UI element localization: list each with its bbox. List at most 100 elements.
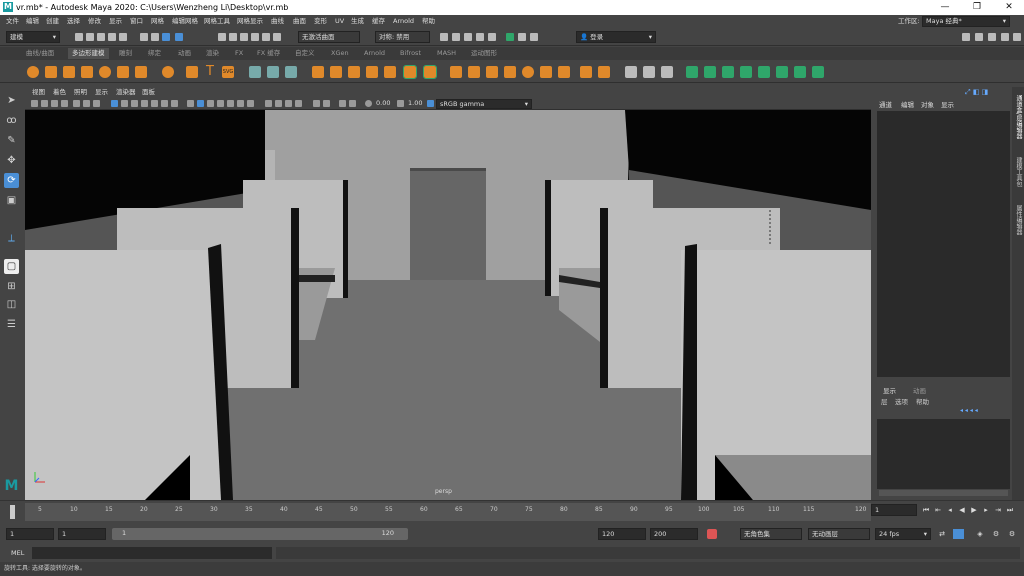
select-object-icon[interactable]: [151, 33, 159, 41]
poly-disc-icon[interactable]: [135, 66, 147, 78]
bridge-icon[interactable]: [450, 66, 462, 78]
step-forward-frame-icon[interactable]: ▸: [982, 506, 990, 514]
shelf-tab-sculpting[interactable]: 雕刻: [119, 49, 132, 58]
offset-edge-loop-icon[interactable]: [598, 66, 610, 78]
poly-cylinder-icon[interactable]: [63, 66, 75, 78]
play-forwards-icon[interactable]: ▶: [970, 506, 978, 514]
type-text-icon[interactable]: T: [204, 65, 216, 78]
channel-box-toggle-icons[interactable]: ⤢ ◧ ◨: [965, 88, 1009, 97]
smooth-shade-icon[interactable]: [121, 100, 128, 107]
use-all-lights-icon[interactable]: [161, 100, 168, 107]
snap-view-plane-icon[interactable]: [251, 33, 259, 41]
menu-generate[interactable]: 生成: [351, 17, 364, 26]
layer-menu-help[interactable]: 帮助: [916, 396, 929, 406]
timeline-ticks[interactable]: 5 10 15 20 25 30 35 40 45 50 55 60 65 70…: [25, 503, 871, 521]
channel-box-menu-edit[interactable]: 编辑: [901, 99, 914, 109]
anti-aliasing-icon[interactable]: [207, 100, 214, 107]
isolate-select-icon[interactable]: [227, 100, 234, 107]
login-dropdown[interactable]: 👤 登录 ▾: [576, 31, 656, 43]
anim-layer-field[interactable]: 无动画层: [808, 528, 870, 540]
scale-tool-icon[interactable]: ▣: [4, 193, 19, 208]
workspace-dropdown[interactable]: Maya 经典* ▾: [922, 16, 1010, 27]
ambient-occlusion-icon[interactable]: [295, 100, 302, 107]
wireframe-on-shaded-icon[interactable]: [141, 100, 148, 107]
shelf-tab-xgen[interactable]: XGen: [331, 49, 349, 58]
two-sided-lighting-icon[interactable]: [275, 100, 282, 107]
shelf-tab-animation[interactable]: 动画: [178, 49, 191, 58]
select-camera-icon[interactable]: [31, 100, 38, 107]
minimize-button[interactable]: —: [930, 0, 960, 15]
poly-plane-icon[interactable]: [117, 66, 129, 78]
xray-icon[interactable]: [237, 100, 244, 107]
command-language-label[interactable]: MEL: [11, 549, 24, 557]
scene-start-field[interactable]: 1: [6, 528, 54, 540]
panel-menu-panels[interactable]: 面板: [142, 88, 155, 97]
poly-cube-icon[interactable]: [45, 66, 57, 78]
go-to-end-icon[interactable]: ⏭: [1006, 506, 1014, 514]
uv-shell-icon[interactable]: [812, 66, 824, 78]
slide-edge-icon[interactable]: [580, 66, 592, 78]
menu-mesh[interactable]: 网格: [151, 17, 164, 26]
layer-list[interactable]: [877, 419, 1010, 489]
snap-curve-icon[interactable]: [229, 33, 237, 41]
loop-icon[interactable]: ⇄: [938, 530, 946, 538]
shadows-icon[interactable]: [171, 100, 178, 107]
range-slider-bar[interactable]: 1 120: [112, 528, 408, 540]
menu-windows[interactable]: 窗口: [130, 17, 143, 26]
shelf-tab-arnold[interactable]: Arnold: [364, 49, 385, 58]
toggle-attribute-editor-icon[interactable]: [975, 33, 983, 41]
step-forward-key-icon[interactable]: ⇥: [994, 506, 1002, 514]
current-frame-field[interactable]: 1: [871, 504, 917, 516]
render-view-icon[interactable]: [488, 33, 496, 41]
camera-attributes-icon[interactable]: [41, 100, 48, 107]
audio-icon[interactable]: ◈: [976, 530, 984, 538]
menu-modify[interactable]: 修改: [88, 17, 101, 26]
perspective-viewport[interactable]: persp: [25, 110, 871, 500]
checker-uv-icon[interactable]: [794, 66, 806, 78]
target-weld-icon[interactable]: [522, 66, 534, 78]
render-settings-icon[interactable]: [464, 33, 472, 41]
fps-dropdown[interactable]: 24 fps ▾: [875, 528, 931, 540]
shelf-tab-rendering[interactable]: 渲染: [206, 49, 219, 58]
paint-select-tool-icon[interactable]: ✎: [4, 133, 19, 148]
unfold-uv-icon[interactable]: [758, 66, 770, 78]
extrude-icon[interactable]: [403, 65, 417, 79]
poly-sphere-icon[interactable]: [27, 66, 39, 78]
auto-key-icon[interactable]: [707, 529, 717, 539]
gamma-icon[interactable]: [397, 100, 404, 107]
side-tab-modeling-toolkit[interactable]: 建模工具包: [1014, 157, 1022, 187]
symmetry-field[interactable]: 对称: 禁用: [375, 31, 430, 43]
timeline-settings-icon[interactable]: ⚙: [1008, 530, 1016, 538]
grid-icon[interactable]: [73, 100, 80, 107]
save-scene-icon[interactable]: [97, 33, 105, 41]
poly-torus-icon[interactable]: [99, 66, 111, 78]
menu-display[interactable]: 显示: [109, 17, 122, 26]
panel-menu-lighting[interactable]: 照明: [74, 88, 87, 97]
channel-box-menu-object[interactable]: 对象: [921, 99, 934, 109]
ipr-render-icon[interactable]: [452, 33, 460, 41]
screen-space-ao-icon[interactable]: [187, 100, 194, 107]
xray-joints-icon[interactable]: [247, 100, 254, 107]
menu-file[interactable]: 文件: [6, 17, 19, 26]
layer-scrollbar[interactable]: [879, 490, 1008, 496]
fill-hole-icon[interactable]: [486, 66, 498, 78]
exposure-icon[interactable]: [365, 100, 372, 107]
toggle-channel-box-icon[interactable]: [1001, 33, 1009, 41]
menu-create[interactable]: 创建: [46, 17, 59, 26]
color-management-icon[interactable]: [427, 100, 434, 107]
default-material-icon[interactable]: [131, 100, 138, 107]
view-transform-dropdown[interactable]: sRGB gamma ▾: [436, 99, 532, 109]
undo-icon[interactable]: [108, 33, 116, 41]
backface-culling-icon[interactable]: [285, 100, 292, 107]
shelf-tab-fx[interactable]: FX: [235, 49, 243, 58]
side-tab-channel-box[interactable]: 通道盒/层编辑器: [1014, 95, 1022, 139]
platonic-solid-icon[interactable]: [162, 66, 174, 78]
character-set-field[interactable]: 无角色集: [740, 528, 802, 540]
snap-live-icon[interactable]: [262, 33, 270, 41]
persp-outliner-layout-icon[interactable]: ◫: [4, 297, 19, 312]
arnold-render-icon[interactable]: [506, 33, 514, 41]
menu-set-dropdown[interactable]: 建模 ▾: [6, 31, 60, 43]
extract-icon[interactable]: [348, 66, 360, 78]
automatic-mapping-icon[interactable]: [740, 66, 752, 78]
go-to-start-icon[interactable]: ⏮: [922, 506, 930, 514]
